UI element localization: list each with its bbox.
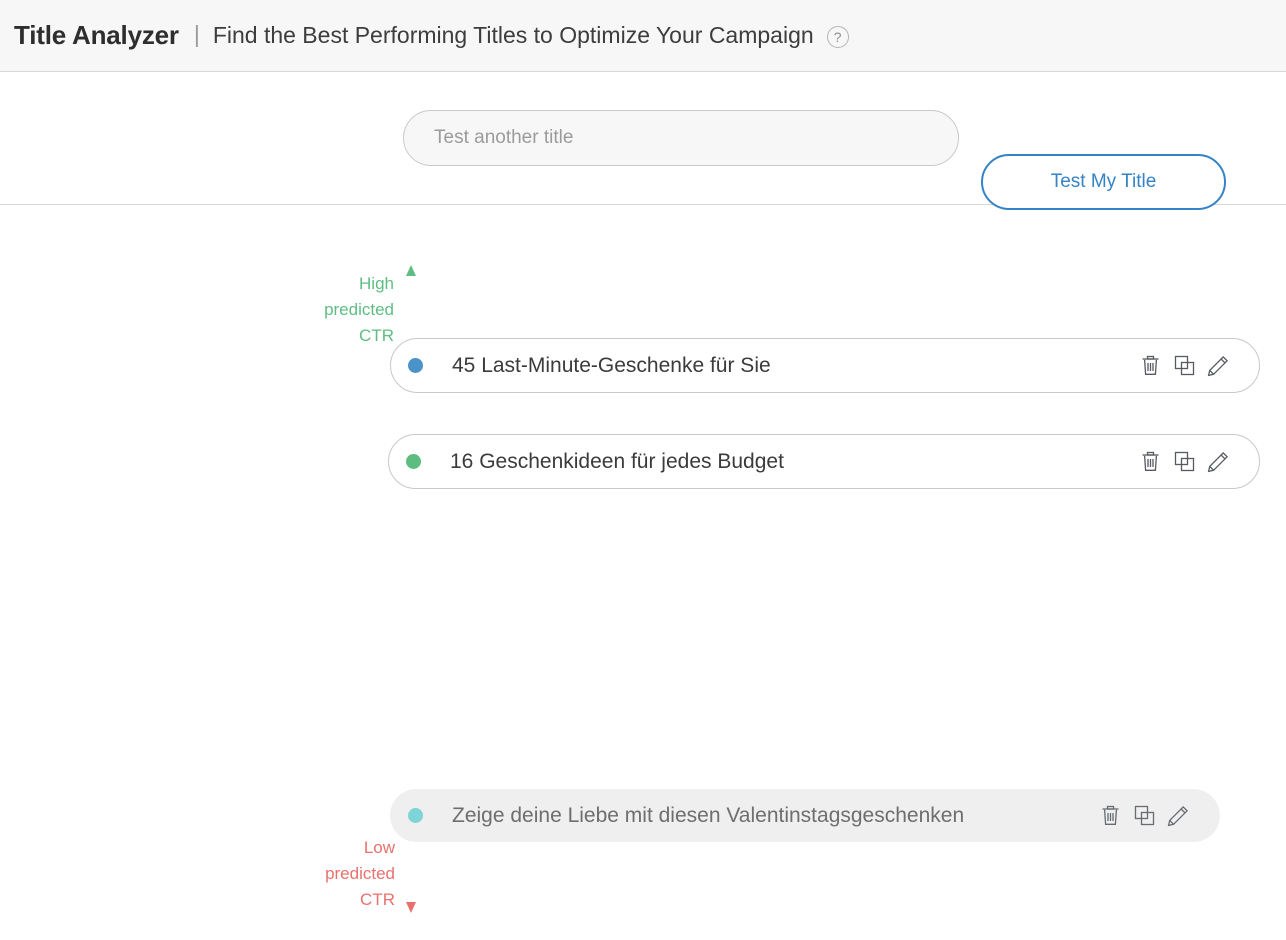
title-row[interactable]: 45 Last-Minute-Geschenke für Sie [390,338,1260,393]
pencil-edit-icon[interactable] [1161,801,1195,831]
trash-icon[interactable] [1133,351,1167,381]
row-actions [1093,801,1195,831]
duplicate-icon[interactable] [1167,351,1201,381]
title-text: 16 Geschenkideen für jedes Budget [450,449,784,473]
title-text: Zeige deine Liebe mit diesen Valentinsta… [452,803,965,827]
question-mark-icon[interactable]: ? [826,25,849,48]
row-actions [1133,447,1235,477]
search-zone: Test My Title [0,72,1286,210]
trash-icon[interactable] [1093,801,1127,831]
duplicate-icon[interactable] [1127,801,1161,831]
title-row[interactable]: 16 Geschenkideen für jedes Budget [388,434,1260,489]
score-dot [406,454,421,469]
row-actions [1133,351,1235,381]
app-subtitle: Find the Best Performing Titles to Optim… [212,22,814,48]
app-title: Title Analyzer [14,20,179,50]
trash-icon[interactable] [1133,447,1167,477]
axis-label-low-ctr: Low predicted CTR [325,838,395,909]
title-input[interactable] [403,110,959,166]
pencil-edit-icon[interactable] [1201,447,1235,477]
test-my-title-button[interactable]: Test My Title [981,154,1226,210]
pencil-edit-icon[interactable] [1201,351,1235,381]
header-separator: | [193,21,200,47]
app-header: Title Analyzer | Find the Best Performin… [0,0,1286,72]
title-text: 45 Last-Minute-Geschenke für Sie [452,353,771,377]
title-row[interactable]: Zeige deine Liebe mit diesen Valentinsta… [390,789,1220,842]
axis-label-high-ctr: High predicted CTR [324,274,394,345]
score-dot [408,808,423,823]
score-dot [408,358,423,373]
duplicate-icon[interactable] [1167,447,1201,477]
